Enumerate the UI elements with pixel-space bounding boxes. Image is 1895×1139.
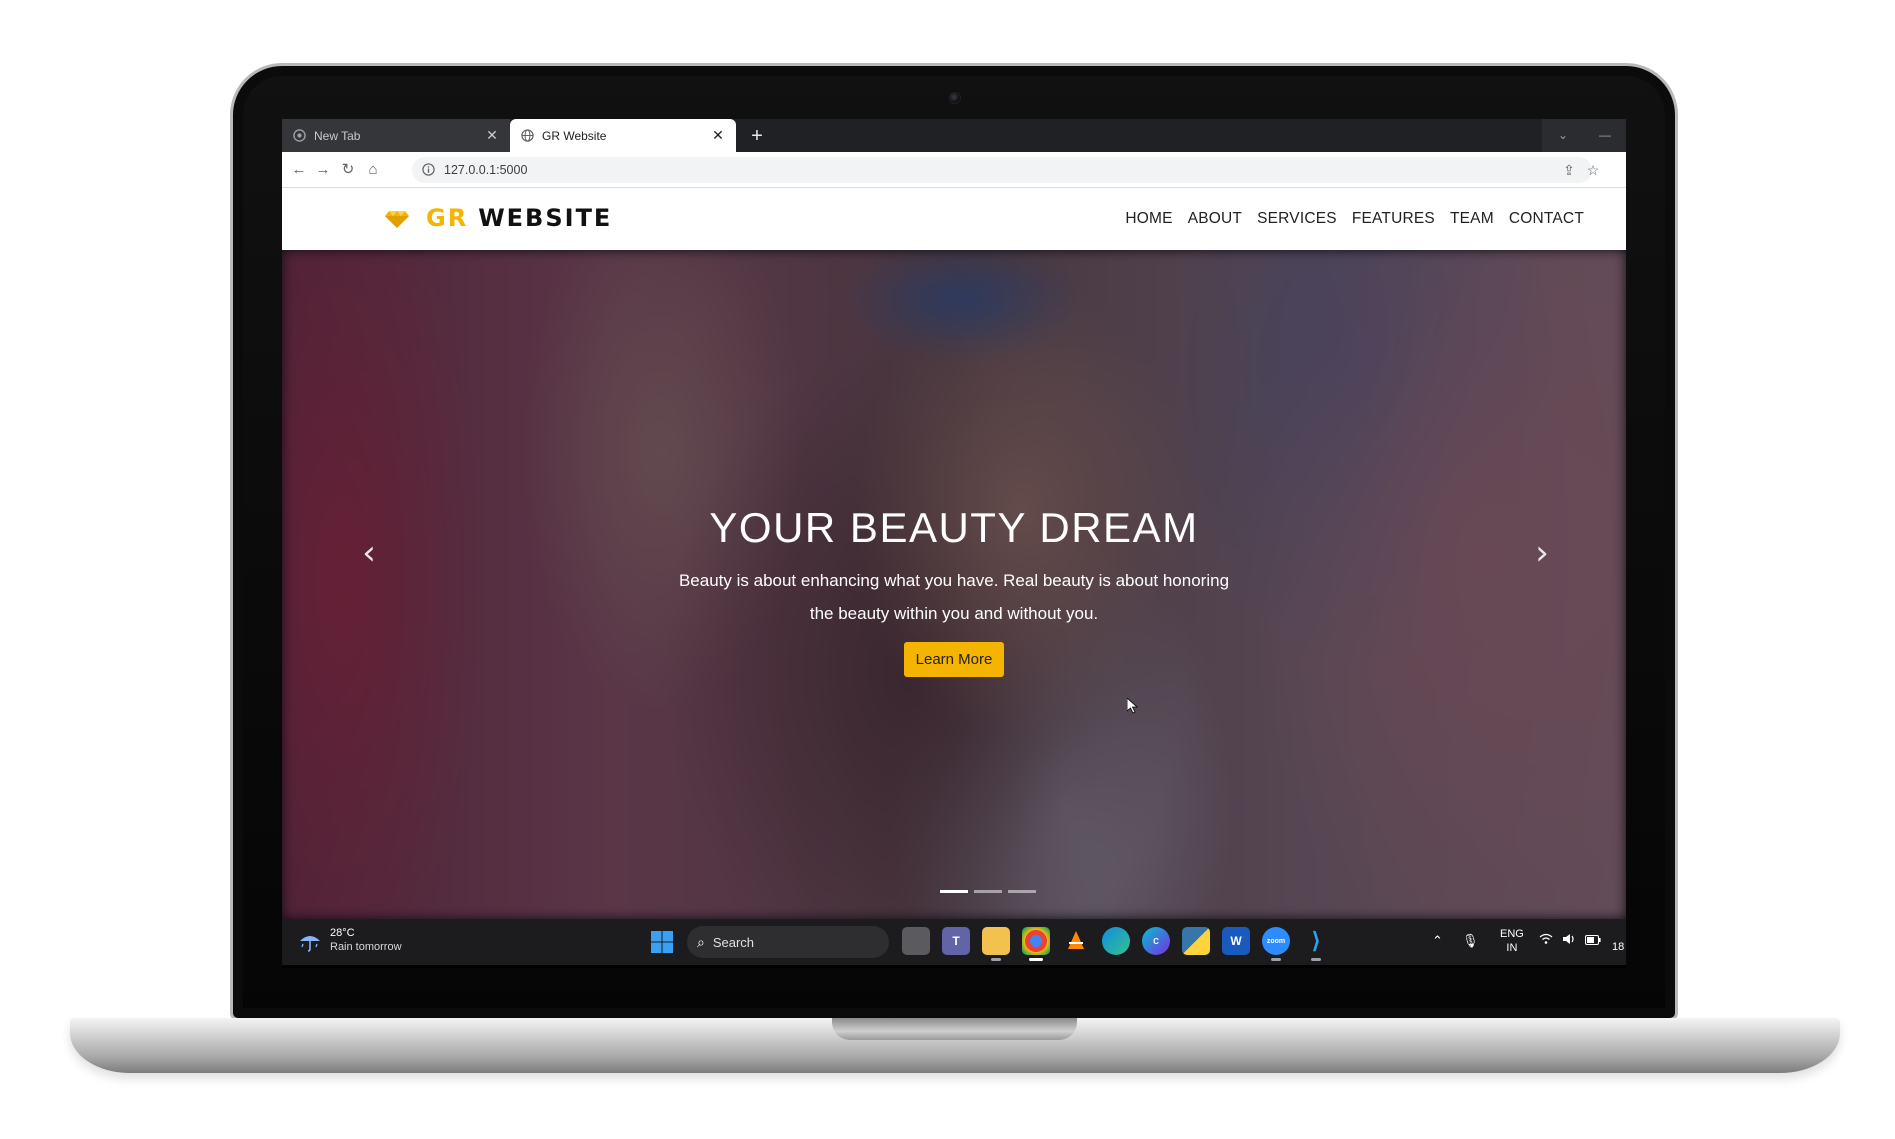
python-icon[interactable] — [1182, 927, 1210, 955]
browser-toolbar: ← → ↻ ⌂ 127.0.0.1:5000 ⇪ ☆ — [282, 152, 1626, 188]
laptop-hinge-notch — [832, 1018, 1077, 1040]
chevron-up-icon[interactable]: ⌃ — [1432, 933, 1443, 949]
tab-title: GR Website — [542, 128, 607, 143]
hero-title: YOUR BEAUTY DREAM — [709, 504, 1199, 551]
zoom-icon[interactable]: zoom — [1262, 927, 1290, 961]
share-icon[interactable]: ⇪ — [1558, 159, 1580, 181]
carousel-indicator-2[interactable] — [974, 890, 1002, 893]
hero-text: Beauty is about enhancing what you have.… — [678, 571, 1230, 623]
mouse-cursor-icon — [1127, 698, 1139, 714]
edge-icon[interactable] — [1102, 927, 1130, 955]
tab-gr-website[interactable]: GR Website ✕ — [510, 119, 736, 152]
hero-caption: YOUR BEAUTY DREAM Beauty is about enhanc… — [282, 504, 1626, 677]
tab-title: New Tab — [314, 128, 361, 143]
nav-team[interactable]: TEAM — [1450, 210, 1494, 228]
laptop-screen: New Tab ✕ GR Website ✕ + ⌄ — ← → ↻ ⌂ 127… — [282, 119, 1626, 968]
webcam — [949, 92, 961, 104]
nav-services[interactable]: SERVICES — [1257, 210, 1337, 228]
windows-start-icon[interactable] — [650, 930, 674, 954]
browser-tab-strip: New Tab ✕ GR Website ✕ + ⌄ — — [282, 119, 1626, 152]
teams-icon[interactable]: T — [942, 927, 970, 955]
taskbar-clock[interactable]: 18 — [1612, 941, 1624, 953]
language-code: ENG — [1500, 928, 1524, 940]
tab-new-tab[interactable]: New Tab ✕ — [282, 119, 510, 152]
nav-features[interactable]: FEATURES — [1352, 210, 1435, 228]
weather-widget[interactable]: 28°C Rain tomorrow — [298, 927, 402, 954]
tab-search-icon[interactable]: ⌄ — [1542, 119, 1584, 152]
nav-contact[interactable]: CONTACT — [1509, 210, 1584, 228]
reload-icon[interactable]: ↻ — [337, 159, 359, 181]
rain-cloud-icon — [298, 929, 322, 953]
address-bar[interactable]: 127.0.0.1:5000 — [412, 157, 1592, 183]
vlc-icon[interactable] — [1062, 927, 1090, 955]
bookmark-star-icon[interactable]: ☆ — [1582, 159, 1604, 181]
weather-description: Rain tomorrow — [330, 941, 402, 953]
taskbar-search-box[interactable]: ⌕ Search — [687, 926, 889, 958]
vscode-icon[interactable]: ⟩ — [1302, 927, 1330, 961]
site-info-icon[interactable] — [422, 163, 436, 177]
forward-arrow-icon[interactable]: → — [312, 159, 334, 181]
site-navbar: GR WEBSITE HOME ABOUT SERVICES FEATURES … — [282, 188, 1626, 250]
brand-main-text: WEBSITE — [478, 204, 613, 232]
taskbar-search-placeholder: Search — [712, 934, 755, 950]
carousel-indicator-3[interactable] — [1008, 890, 1036, 893]
canva-icon[interactable]: C — [1142, 927, 1170, 955]
minimize-icon[interactable]: — — [1584, 119, 1626, 152]
hero-carousel: ‹ › YOUR BEAUTY DREAM Beauty is about en… — [282, 250, 1626, 919]
weather-temperature: 28°C — [330, 927, 355, 939]
chrome-icon — [292, 129, 306, 143]
windows-taskbar: 28°C Rain tomorrow ⌕ Search T C W zoom ⟩… — [282, 919, 1626, 965]
word-icon[interactable]: W — [1222, 927, 1250, 955]
back-arrow-icon[interactable]: ← — [288, 159, 310, 181]
nav-home[interactable]: HOME — [1125, 210, 1172, 228]
close-tab-icon[interactable]: ✕ — [484, 127, 500, 144]
learn-more-button[interactable]: Learn More — [903, 642, 1005, 677]
close-tab-icon[interactable]: ✕ — [710, 127, 726, 144]
site-logo[interactable]: GR WEBSITE — [384, 204, 612, 232]
language-indicator[interactable]: ENG IN — [1500, 927, 1524, 955]
main-menu: HOME ABOUT SERVICES FEATURES TEAM CONTAC… — [1125, 210, 1584, 228]
globe-icon — [520, 129, 534, 143]
brand-accent-text: GR — [426, 204, 469, 232]
diamond-icon — [384, 205, 410, 231]
battery-icon[interactable] — [1585, 933, 1601, 948]
search-icon: ⌕ — [697, 933, 705, 950]
new-tab-button[interactable]: + — [744, 123, 770, 149]
volume-icon[interactable] — [1562, 933, 1576, 948]
chrome-icon[interactable] — [1022, 927, 1050, 961]
file-explorer-icon[interactable] — [982, 927, 1010, 961]
language-region: IN — [1506, 942, 1518, 954]
wifi-icon[interactable] — [1539, 933, 1553, 948]
nav-about[interactable]: ABOUT — [1188, 210, 1242, 228]
microphone-icon[interactable]: 🎙 — [1462, 933, 1479, 949]
url-text: 127.0.0.1:5000 — [444, 163, 528, 177]
carousel-indicators — [940, 890, 1036, 893]
task-view-icon[interactable] — [902, 927, 930, 955]
home-icon[interactable]: ⌂ — [362, 159, 384, 181]
carousel-indicator-1[interactable] — [940, 890, 968, 893]
